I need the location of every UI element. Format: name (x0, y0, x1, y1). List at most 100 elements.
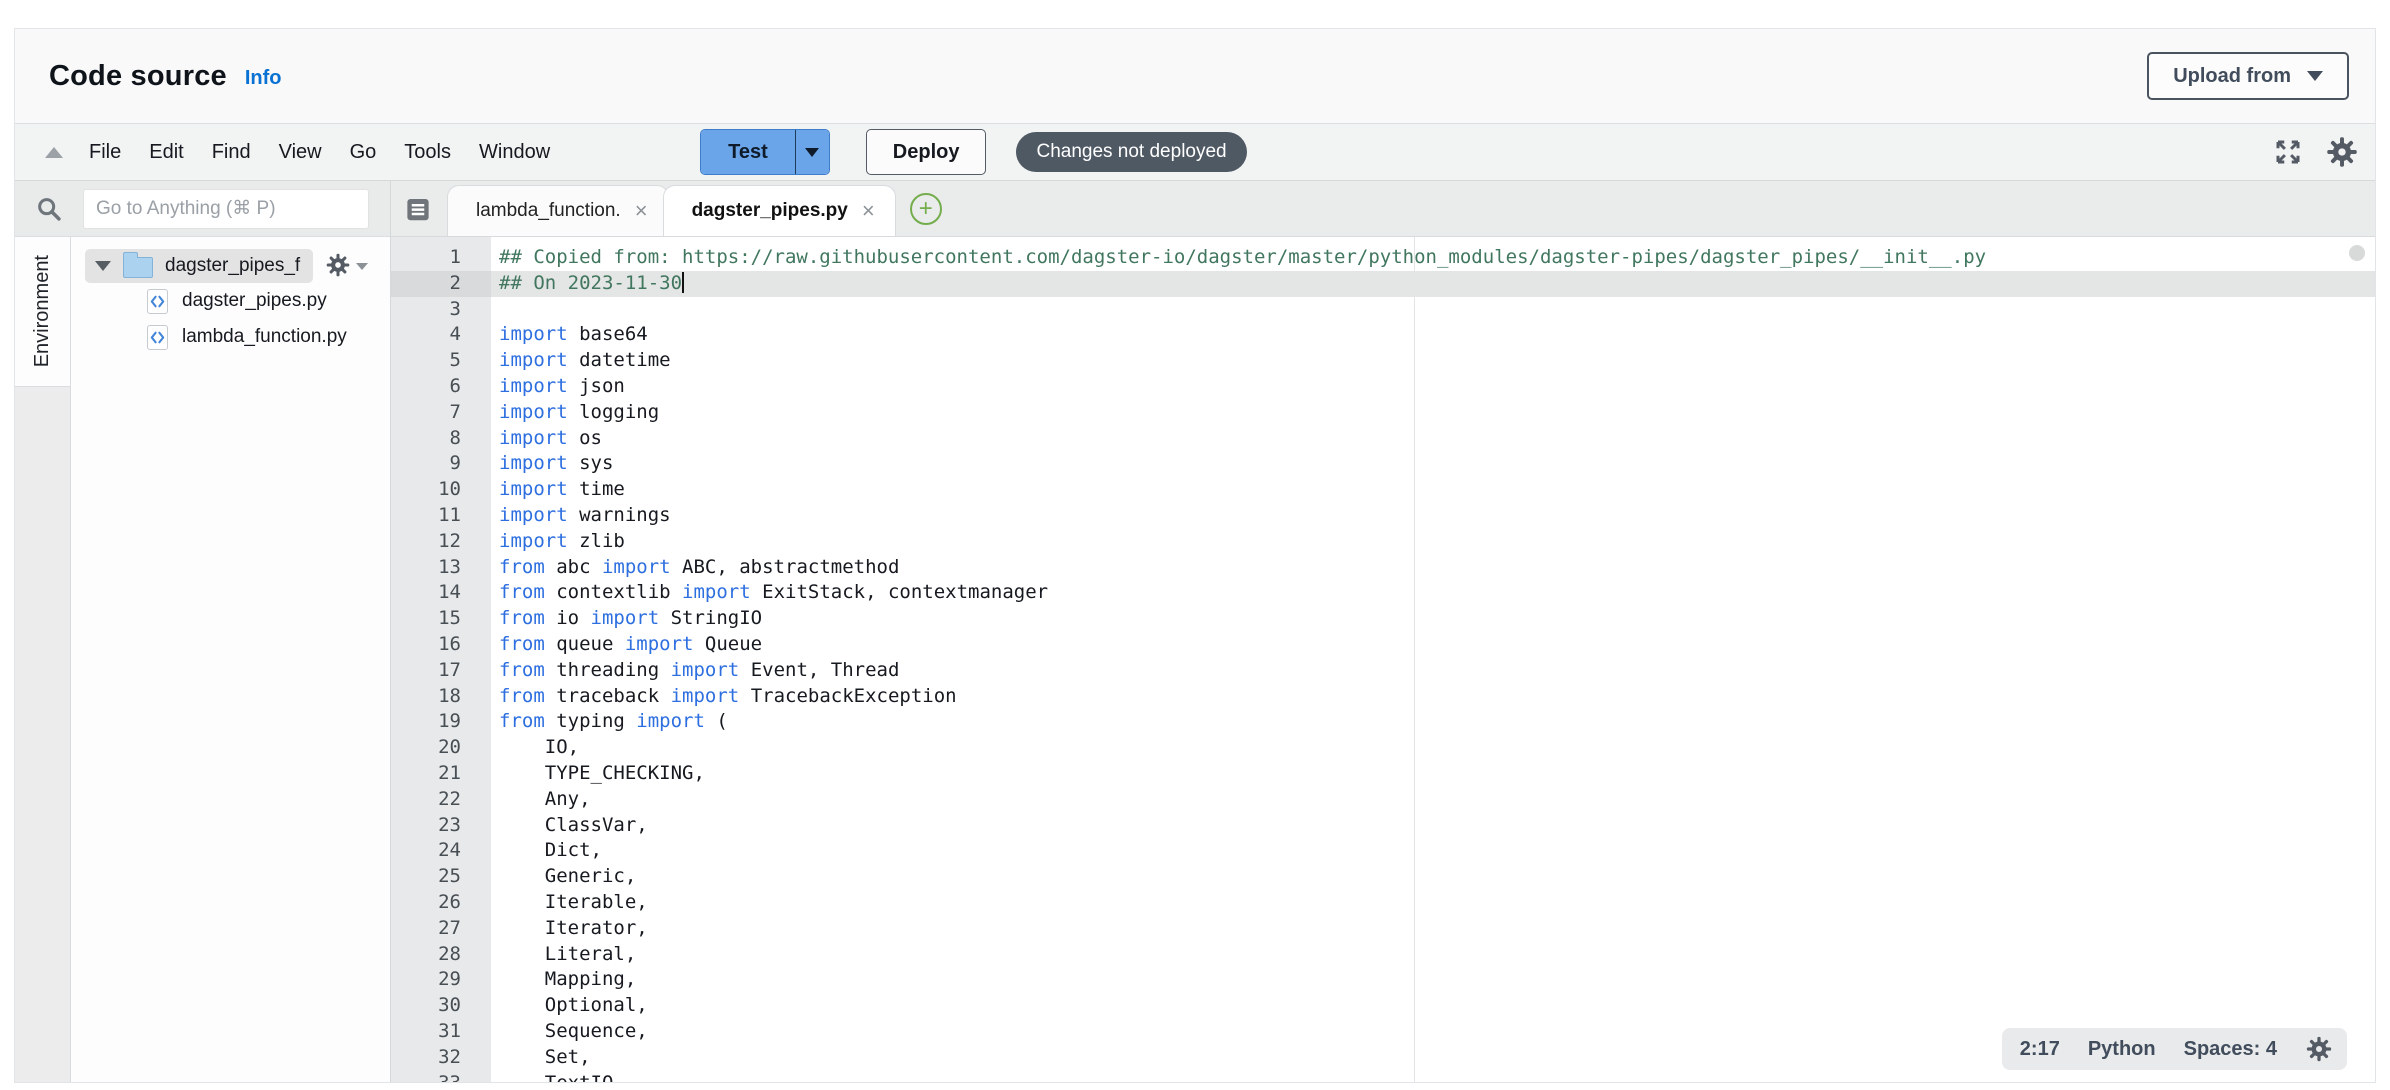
menu-item-tools[interactable]: Tools (404, 141, 451, 164)
line-number[interactable]: 33 (391, 1071, 491, 1083)
info-link[interactable]: Info (245, 67, 282, 90)
close-icon[interactable]: × (631, 200, 652, 222)
line-number[interactable]: 26 (391, 890, 491, 916)
line-number[interactable]: 18 (391, 684, 491, 710)
line-number[interactable]: 11 (391, 503, 491, 529)
code-line[interactable]: 14from contextlib import ExitStack, cont… (391, 580, 2375, 606)
line-number[interactable]: 14 (391, 580, 491, 606)
menu-item-go[interactable]: Go (350, 141, 377, 164)
line-number[interactable]: 20 (391, 735, 491, 761)
code-line[interactable]: 26 Iterable, (391, 890, 2375, 916)
line-number[interactable]: 3 (391, 297, 491, 323)
code-editor[interactable]: 1## Copied from: https://raw.githubuserc… (391, 237, 2375, 1082)
code-line[interactable]: 24 Dict, (391, 838, 2375, 864)
code-line[interactable]: 21 TYPE_CHECKING, (391, 761, 2375, 787)
line-number[interactable]: 6 (391, 374, 491, 400)
code-line[interactable]: 6import json (391, 374, 2375, 400)
menu-item-find[interactable]: Find (212, 141, 251, 164)
code-text: import json (491, 374, 625, 400)
code-line[interactable]: 11import warnings (391, 503, 2375, 529)
line-number[interactable]: 10 (391, 477, 491, 503)
line-number[interactable]: 9 (391, 451, 491, 477)
code-line[interactable]: 17from threading import Event, Thread (391, 658, 2375, 684)
line-number[interactable]: 25 (391, 864, 491, 890)
line-number[interactable]: 4 (391, 322, 491, 348)
test-dropdown-button[interactable] (795, 130, 829, 174)
code-line[interactable]: 25 Generic, (391, 864, 2375, 890)
goto-anything-input[interactable] (83, 189, 369, 229)
code-line[interactable]: 10import time (391, 477, 2375, 503)
code-line[interactable]: 2## On 2023-11-30 (391, 271, 2375, 297)
line-number[interactable]: 12 (391, 529, 491, 555)
line-number[interactable]: 22 (391, 787, 491, 813)
code-text: IO, (491, 735, 579, 761)
line-number[interactable]: 29 (391, 967, 491, 993)
python-file-icon (147, 325, 168, 350)
code-line[interactable]: 19from typing import ( (391, 709, 2375, 735)
tree-settings-button[interactable] (325, 252, 368, 281)
code-line[interactable]: 20 IO, (391, 735, 2375, 761)
upload-from-button[interactable]: Upload from (2147, 52, 2349, 100)
code-line[interactable]: 33 TextIO (391, 1071, 2375, 1083)
menu-item-file[interactable]: File (89, 141, 121, 164)
fullscreen-button[interactable] (2273, 137, 2303, 167)
line-number[interactable]: 13 (391, 555, 491, 581)
code-line[interactable]: 3 (391, 297, 2375, 323)
line-number[interactable]: 24 (391, 838, 491, 864)
menu-item-view[interactable]: View (279, 141, 322, 164)
editor-tab-lambda_function-[interactable]: lambda_function.× (447, 185, 669, 236)
line-number[interactable]: 1 (391, 245, 491, 271)
code-line[interactable]: 1## Copied from: https://raw.githubuserc… (391, 245, 2375, 271)
menu-item-edit[interactable]: Edit (149, 141, 183, 164)
line-number[interactable]: 28 (391, 942, 491, 968)
code-line[interactable]: 15from io import StringIO (391, 606, 2375, 632)
line-number[interactable]: 27 (391, 916, 491, 942)
line-number[interactable]: 17 (391, 658, 491, 684)
statusbar-settings-gear-icon[interactable] (2305, 1035, 2333, 1063)
code-text: Set, (491, 1045, 591, 1071)
code-line[interactable]: 16from queue import Queue (391, 632, 2375, 658)
editor-tab-dagster_pipes-py[interactable]: dagster_pipes.py× (663, 185, 896, 236)
code-line[interactable]: 18from traceback import TracebackExcepti… (391, 684, 2375, 710)
tree-folder-row[interactable]: dagster_pipes_funct (85, 249, 313, 283)
code-line[interactable]: 7import logging (391, 400, 2375, 426)
line-number[interactable]: 23 (391, 813, 491, 839)
code-line[interactable]: 22 Any, (391, 787, 2375, 813)
tree-file-lambda_function-py[interactable]: lambda_function.py (147, 319, 390, 355)
menu-item-window[interactable]: Window (479, 141, 550, 164)
cursor-position[interactable]: 2:17 (2020, 1038, 2060, 1061)
code-line[interactable]: 4import base64 (391, 322, 2375, 348)
language-mode[interactable]: Python (2088, 1038, 2156, 1061)
line-number[interactable]: 2 (391, 271, 491, 297)
line-number[interactable]: 30 (391, 993, 491, 1019)
line-number[interactable]: 5 (391, 348, 491, 374)
line-number[interactable]: 15 (391, 606, 491, 632)
code-line[interactable]: 5import datetime (391, 348, 2375, 374)
code-line[interactable]: 27 Iterator, (391, 916, 2375, 942)
code-line[interactable]: 9import sys (391, 451, 2375, 477)
code-line[interactable]: 8import os (391, 426, 2375, 452)
line-number[interactable]: 7 (391, 400, 491, 426)
line-number[interactable]: 21 (391, 761, 491, 787)
line-number[interactable]: 19 (391, 709, 491, 735)
indentation-setting[interactable]: Spaces: 4 (2184, 1038, 2277, 1061)
tree-file-dagster_pipes-py[interactable]: dagster_pipes.py (147, 283, 390, 319)
code-line[interactable]: 29 Mapping, (391, 967, 2375, 993)
collapse-menubar-icon[interactable] (45, 147, 63, 158)
line-number[interactable]: 16 (391, 632, 491, 658)
code-line[interactable]: 28 Literal, (391, 942, 2375, 968)
editor-settings-gear-icon[interactable] (2325, 135, 2359, 169)
line-number[interactable]: 8 (391, 426, 491, 452)
code-line[interactable]: 23 ClassVar, (391, 813, 2375, 839)
deploy-button[interactable]: Deploy (866, 129, 987, 175)
test-button[interactable]: Test (701, 130, 795, 174)
tab-list-button[interactable] (403, 194, 433, 224)
new-tab-button[interactable]: + (910, 193, 942, 225)
code-line[interactable]: 12import zlib (391, 529, 2375, 555)
tab-environment[interactable]: Environment (15, 237, 70, 387)
line-number[interactable]: 31 (391, 1019, 491, 1045)
code-line[interactable]: 13from abc import ABC, abstractmethod (391, 555, 2375, 581)
close-icon[interactable]: × (858, 200, 879, 222)
code-line[interactable]: 30 Optional, (391, 993, 2375, 1019)
line-number[interactable]: 32 (391, 1045, 491, 1071)
